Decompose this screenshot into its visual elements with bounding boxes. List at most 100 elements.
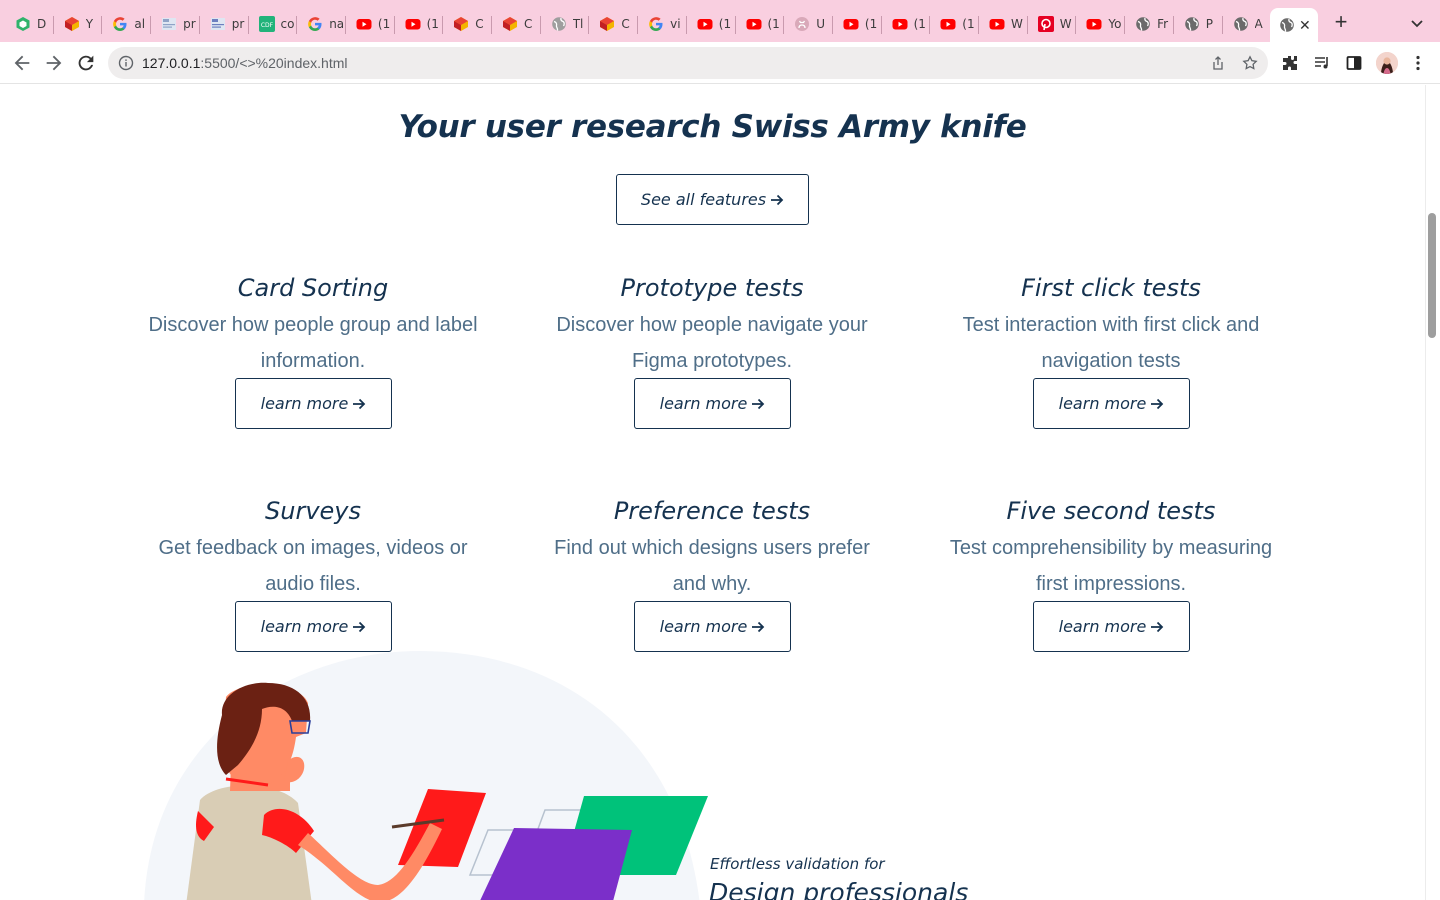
forward-icon[interactable] [43, 52, 65, 74]
browser-tab[interactable]: (1 [737, 8, 783, 40]
green-cube-icon [15, 16, 31, 32]
avatar-icon [1376, 52, 1398, 74]
promo-kicker: Effortless validation for [710, 855, 885, 873]
side-panel-icon[interactable] [1345, 54, 1363, 72]
youtube-icon [892, 16, 908, 32]
browser-tab[interactable]: CDF co [250, 8, 296, 40]
browser-tab[interactable]: Tl [542, 8, 588, 40]
new-tab-plus-icon[interactable]: + [1330, 11, 1352, 34]
scrollbar-thumb[interactable] [1428, 213, 1436, 338]
browser-tab[interactable]: (1 [834, 8, 880, 40]
tab-strip: D Yal pr pr CDF co na (1 (1 C C Tl Cvi (1 (1 U (1 (1 (1 W W Y… [0, 0, 1440, 42]
tab-separator [1221, 16, 1223, 34]
browser-tab[interactable]: P [1175, 8, 1221, 40]
page-scrollbar[interactable] [1425, 85, 1440, 900]
browser-tab[interactable]: (1 [347, 8, 393, 40]
browser-tab[interactable]: Yo [1077, 8, 1123, 40]
browser-tab[interactable]: al [103, 8, 149, 40]
feature-description: Test interaction with first click and na… [962, 314, 1260, 372]
learn-more-button[interactable]: learn more [1033, 378, 1190, 429]
see-all-features-button[interactable]: See all features [616, 174, 809, 225]
arrow-right-icon [353, 621, 366, 632]
tab-title: (1 [718, 17, 732, 31]
browser-tab[interactable]: C [493, 8, 539, 40]
browser-tab[interactable]: W [980, 8, 1026, 40]
arrow-right-icon [771, 194, 784, 205]
feature-title: Five second tests [1006, 497, 1216, 525]
browser-tab[interactable]: W [1029, 8, 1075, 40]
address-bar[interactable]: 127.0.0.1:5500/<>%20index.html [108, 47, 1268, 79]
tab-separator [734, 16, 736, 34]
kebab-menu-icon[interactable] [1410, 54, 1426, 72]
see-all-features-label: See all features [640, 190, 767, 209]
tab-separator [685, 16, 687, 34]
browser-tab[interactable]: Fr [1126, 8, 1172, 40]
pinterest-like-icon [1037, 16, 1054, 32]
media-control-icon[interactable] [1313, 54, 1331, 72]
browser-tab[interactable]: (1 [883, 8, 929, 40]
tab-separator [783, 16, 785, 34]
tab-title: co [280, 17, 295, 31]
browser-tab[interactable]: na [298, 8, 344, 40]
tab-title: (1 [767, 17, 780, 31]
tab-separator [1172, 16, 1174, 34]
learn-more-label: learn more [260, 394, 349, 413]
browser-tab[interactable]: pr [152, 8, 198, 40]
globe-icon [1184, 16, 1200, 32]
feature-prototype-tests: Prototype tests Discover how people navi… [512, 271, 912, 429]
tab-search-chevron-icon[interactable] [1408, 14, 1426, 32]
share-icon[interactable] [1210, 55, 1226, 71]
tab-title: na [329, 17, 344, 31]
feature-card-sorting: Card Sorting Discover how people group a… [113, 271, 513, 429]
tab-separator [101, 16, 103, 34]
learn-more-label: learn more [260, 617, 349, 636]
tab-separator [1124, 16, 1126, 34]
site-info-icon[interactable] [118, 55, 134, 71]
globe-icon [551, 16, 567, 32]
browser-tab[interactable]: U [785, 8, 831, 40]
multicolor-logo-icon [599, 16, 615, 32]
browser-tab[interactable]: vi [639, 8, 685, 40]
profile-avatar[interactable] [1376, 52, 1398, 74]
reload-icon[interactable] [75, 52, 97, 74]
browser-tab[interactable]: C [590, 8, 636, 40]
learn-more-button[interactable]: learn more [634, 378, 791, 429]
active-browser-tab[interactable]: ✕ [1270, 8, 1318, 42]
feature-first-click-tests: First click tests Test interaction with … [911, 271, 1311, 429]
learn-more-label: learn more [659, 617, 748, 636]
tab-title: U [816, 17, 825, 31]
extensions-puzzle-icon[interactable] [1281, 54, 1299, 72]
browser-tab[interactable]: C [444, 8, 490, 40]
tab-title: (1 [864, 17, 878, 31]
cdf-icon: CDF [258, 16, 275, 32]
tab-separator [296, 16, 298, 34]
youtube-icon [746, 16, 762, 32]
arrow-right-icon [752, 398, 765, 409]
browser-tab[interactable]: (1 [688, 8, 734, 40]
learn-more-label: learn more [1058, 394, 1147, 413]
feature-description: Test comprehensibility by measuring firs… [949, 537, 1273, 595]
promo-heading: Design professionals [709, 878, 969, 900]
arrow-right-icon [1151, 398, 1164, 409]
close-tab-icon[interactable]: ✕ [1299, 17, 1311, 34]
tab-separator [442, 16, 444, 34]
browser-tab[interactable]: A [1224, 8, 1270, 40]
multicolor-logo-icon [453, 16, 469, 32]
tab-separator [978, 16, 979, 34]
learn-more-label: learn more [1058, 617, 1147, 636]
browser-tab[interactable]: (1 [931, 8, 977, 40]
feature-description: Discover how people navigate your Figma … [556, 314, 868, 372]
browser-tab[interactable]: pr [201, 8, 247, 40]
bookmark-star-icon[interactable] [1242, 55, 1258, 71]
svg-text:CDF: CDF [260, 22, 273, 29]
github-icon [794, 16, 810, 32]
browser-tab[interactable]: Y [55, 8, 101, 40]
globe-icon [1279, 17, 1295, 33]
browser-tab[interactable]: D [6, 8, 52, 40]
browser-tab[interactable]: (1 [396, 8, 442, 40]
learn-more-button[interactable]: learn more [235, 378, 392, 429]
tab-title: al [134, 17, 146, 31]
feature-title: Preference tests [613, 497, 811, 525]
tab-title: (1 [962, 17, 975, 31]
back-icon[interactable] [11, 52, 33, 74]
